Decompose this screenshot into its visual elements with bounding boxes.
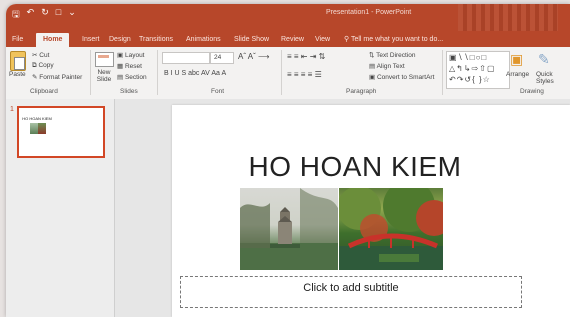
tab-animations[interactable]: Animations	[186, 33, 221, 47]
shapes-gallery[interactable]: ▣∖∖□○□ △↰↳⇨⇧▢ ↶↷↺{ }☆	[446, 51, 510, 89]
copy-icon: ⧉	[32, 62, 37, 69]
format-painter-label: Format Painter	[39, 74, 83, 81]
thumbnail-title: HO HOAN KIEM	[22, 116, 52, 121]
redo-icon[interactable]: ↻	[41, 7, 49, 23]
title-bar-decoration	[458, 4, 558, 31]
layout-button[interactable]: ▣ Layout	[117, 51, 145, 59]
font-format-buttons[interactable]: B I U S abc AV Aa A	[164, 70, 226, 77]
cut-label: Cut	[39, 52, 50, 59]
subtitle-placeholder-text: Click to add subtitle	[303, 282, 399, 294]
section-label: Section	[124, 74, 147, 81]
convert-smartart-button[interactable]: ▣ Convert to SmartArt	[369, 73, 434, 81]
text-direction-label: Text Direction	[376, 52, 416, 59]
hoan-kiem-lake-photo[interactable]	[240, 188, 338, 270]
group-divider	[281, 50, 282, 95]
ribbon-tabs: File Home Insert Design Transitions Anim…	[6, 31, 570, 47]
section-button[interactable]: ▤ Section	[117, 73, 147, 81]
convert-smartart-label: Convert to SmartArt	[376, 74, 435, 81]
tab-file[interactable]: File	[12, 33, 23, 47]
thumbnail-image-left	[30, 123, 38, 134]
smartart-icon: ▣	[369, 74, 376, 81]
align-text-label: Align Text	[376, 63, 405, 70]
list-buttons[interactable]: ≡ ≡ ⇤ ⇥ ⇅	[287, 52, 325, 61]
customize-icon[interactable]: ⌄	[68, 7, 76, 23]
arrange-button[interactable]: Arrange	[506, 71, 529, 78]
subtitle-placeholder[interactable]: Click to add subtitle	[180, 276, 522, 308]
grow-shrink-font-buttons[interactable]: Aˆ Aˇ ⟶	[238, 52, 269, 61]
tab-slide-show[interactable]: Slide Show	[234, 33, 269, 47]
turtle-tower-illustration	[240, 188, 338, 270]
group-divider	[90, 50, 91, 95]
reset-button[interactable]: ▦ Reset	[117, 62, 142, 70]
ribbon-home: Paste ✂ Cut ⧉ Copy ✎ Format Painter Clip…	[6, 47, 570, 100]
tab-review[interactable]: Review	[281, 33, 304, 47]
alignment-buttons[interactable]: ≡ ≡ ≡ ≡ ☰	[287, 70, 322, 79]
quick-styles-button[interactable]: Quick Styles	[536, 71, 566, 85]
group-divider	[157, 50, 158, 95]
thumbnail-number: 1	[10, 106, 14, 113]
tab-design[interactable]: Design	[109, 33, 131, 47]
layout-icon: ▣	[117, 52, 124, 59]
red-bridge-illustration	[339, 188, 443, 270]
format-painter-button[interactable]: ✎ Format Painter	[32, 73, 82, 81]
align-text-icon: ▤	[369, 63, 376, 70]
paintbrush-icon: ✎	[32, 74, 38, 81]
cut-button[interactable]: ✂ Cut	[32, 51, 49, 59]
thumbnail-image-right	[38, 123, 46, 134]
font-size-value: 24	[214, 54, 222, 61]
drawing-group-label: Drawing	[520, 88, 544, 95]
tab-transitions[interactable]: Transitions	[139, 33, 173, 47]
reset-label: Reset	[124, 63, 142, 70]
arrange-icon: ▣	[510, 51, 524, 67]
reset-icon: ▦	[117, 63, 124, 70]
quick-styles-icon: ✎	[538, 51, 550, 67]
slides-group-label: Slides	[120, 88, 138, 95]
align-text-button[interactable]: ▤ Align Text	[369, 62, 405, 70]
section-icon: ▤	[117, 74, 124, 81]
save-icon[interactable]: 🖫	[12, 7, 20, 23]
font-size-dropdown[interactable]: 24	[210, 52, 234, 64]
layout-label: Layout	[124, 52, 145, 59]
font-group-label: Font	[211, 88, 225, 95]
tab-insert[interactable]: Insert	[82, 33, 100, 47]
tab-home[interactable]: Home	[36, 33, 70, 47]
text-direction-button[interactable]: ⇅ Text Direction	[369, 51, 416, 59]
new-slide-icon[interactable]	[95, 52, 114, 67]
quick-access-toolbar: 🖫 ↶ ↻ □ ⌄	[12, 7, 76, 23]
paragraph-group-label: Paragraph	[346, 88, 377, 95]
powerpoint-window: 🖫 ↶ ↻ □ ⌄ Presentation1 - PowerPoint Fil…	[6, 4, 570, 317]
paste-button[interactable]: Paste	[9, 71, 26, 78]
start-from-beginning-icon[interactable]: □	[56, 7, 61, 23]
text-direction-icon: ⇅	[369, 52, 375, 59]
slide-thumbnail-pane: 1 HO HOAN KIEM	[6, 99, 115, 317]
paste-icon[interactable]	[10, 51, 26, 71]
document-title: Presentation1 - PowerPoint	[326, 9, 412, 16]
editing-area: 1 HO HOAN KIEM HO HOAN KIEM Click to add…	[6, 99, 570, 317]
slide-thumbnail-1[interactable]: HO HOAN KIEM	[17, 106, 105, 158]
title-bar: 🖫 ↶ ↻ □ ⌄ Presentation1 - PowerPoint	[6, 4, 570, 31]
copy-button[interactable]: ⧉ Copy	[32, 62, 54, 70]
clipboard-group-label: Clipboard	[30, 88, 58, 95]
tell-me-box[interactable]: ⚲ Tell me what you want to do...	[344, 33, 443, 47]
scissors-icon: ✂	[32, 52, 38, 59]
font-name-dropdown[interactable]	[162, 52, 210, 64]
group-divider	[442, 50, 443, 95]
slide-canvas[interactable]: HO HOAN KIEM Click to add subtitle	[172, 105, 570, 317]
the-huc-bridge-photo[interactable]	[339, 188, 443, 270]
new-slide-button[interactable]: New Slide	[93, 69, 115, 83]
slide-title[interactable]: HO HOAN KIEM	[172, 151, 538, 183]
copy-label: Copy	[38, 62, 54, 69]
tell-me-text: Tell me what you want to do...	[350, 36, 444, 43]
undo-icon[interactable]: ↶	[27, 7, 35, 23]
tab-view[interactable]: View	[315, 33, 330, 47]
lightbulb-icon: ⚲	[344, 36, 350, 43]
